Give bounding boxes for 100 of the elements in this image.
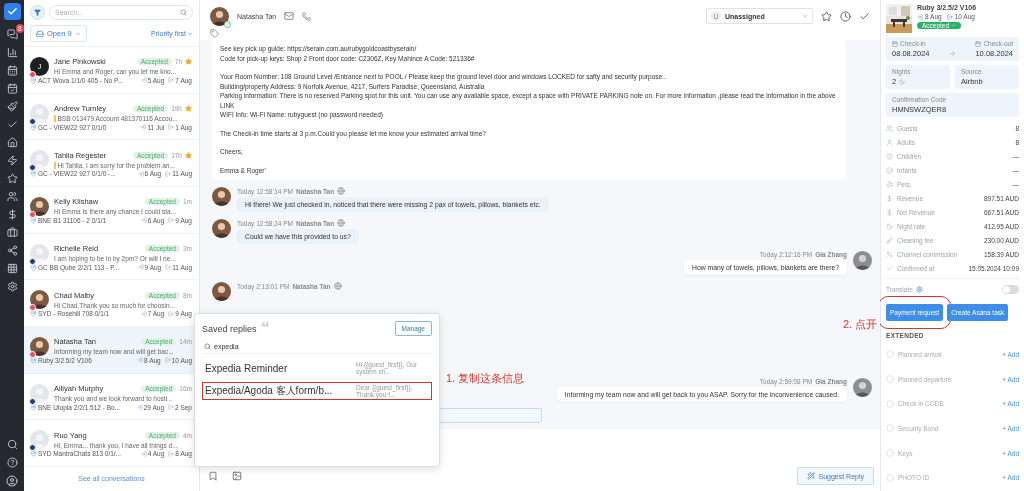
sign-out-icon [165, 170, 172, 177]
baby-icon [886, 152, 893, 160]
users-icon[interactable] [6, 191, 18, 202]
annotation-label: 1. 复制这条信息 [446, 371, 525, 386]
pin-icon [30, 450, 37, 458]
filter-icon [34, 9, 41, 16]
check-badge-icon [224, 20, 231, 28]
sign-out-icon [168, 404, 174, 411]
calendar-check-icon[interactable] [6, 83, 18, 94]
star-icon[interactable] [185, 58, 192, 66]
sign-in-icon [137, 170, 144, 177]
user-icon[interactable] [6, 475, 18, 487]
help-icon[interactable] [6, 457, 18, 468]
avatar [30, 383, 49, 403]
lightning-icon[interactable] [6, 155, 18, 166]
caret-icon [802, 13, 808, 19]
translate-toggle[interactable] [1002, 285, 1019, 294]
sign-out-icon [168, 450, 175, 457]
sign-in-icon [917, 13, 923, 20]
sign-out-icon [168, 124, 175, 130]
globe-icon [333, 282, 342, 290]
share-icon[interactable] [6, 245, 18, 256]
user-icon [886, 138, 893, 146]
pin-icon [30, 76, 37, 84]
avatar [30, 243, 49, 263]
search-icon[interactable] [6, 439, 18, 450]
avatar [212, 282, 231, 301]
sign-out-icon [946, 13, 953, 20]
search-icon [180, 9, 187, 16]
avatar [210, 6, 229, 26]
calendar-icon [975, 40, 982, 47]
caret-icon [187, 30, 193, 37]
star-icon[interactable] [185, 151, 192, 159]
avatar [30, 150, 49, 170]
pin-icon [30, 403, 37, 411]
annotation-label: 2. 点开 [843, 317, 878, 332]
grid-icon[interactable] [6, 263, 18, 274]
brush-icon[interactable] [6, 101, 18, 112]
phone-icon[interactable] [302, 11, 312, 21]
reply-title: Expedia/Agoda 客人form/b... [205, 384, 334, 398]
circle-icon [886, 350, 894, 359]
sign-in-icon [140, 124, 147, 130]
wand-icon [807, 472, 816, 480]
sign-in-icon [137, 357, 144, 364]
check-icon[interactable] [6, 119, 18, 130]
caret-icon [74, 30, 81, 37]
star-icon[interactable] [185, 105, 192, 112]
circle-icon [886, 399, 894, 408]
search-icon [204, 343, 211, 350]
reply-title: Expedia Reminder [205, 362, 289, 374]
sign-in-icon [136, 404, 143, 411]
sign-out-icon [164, 357, 171, 364]
settings-icon[interactable] [6, 281, 18, 292]
pin-icon [30, 263, 37, 271]
filter-button[interactable] [30, 5, 45, 20]
app-logo[interactable] [3, 3, 21, 20]
clock-icon[interactable] [840, 10, 851, 22]
bookmark-icon[interactable] [208, 471, 218, 481]
circle-icon [886, 473, 894, 482]
star-icon[interactable] [821, 10, 832, 22]
percent-icon [886, 250, 893, 258]
image-icon[interactable] [232, 471, 242, 481]
pin-icon [30, 356, 37, 364]
sign-in-icon [140, 217, 147, 224]
pin-icon [30, 216, 37, 224]
mail-icon[interactable] [284, 11, 295, 21]
circle-icon [886, 424, 894, 433]
avatar [212, 187, 231, 206]
sign-in-icon [140, 77, 147, 84]
avatar [30, 290, 49, 310]
avatar [853, 378, 872, 397]
inbox-icon [36, 29, 44, 38]
sign-in-icon [137, 264, 144, 270]
house-icon[interactable] [6, 137, 18, 148]
brush-icon [886, 236, 893, 244]
check-icon [886, 264, 893, 272]
calendar-icon[interactable] [6, 65, 18, 76]
sign-out-icon [168, 77, 175, 84]
paw-icon [886, 180, 893, 188]
calendar-icon [892, 40, 898, 47]
avatar [212, 219, 231, 238]
users-icon [886, 124, 893, 132]
avatar [30, 336, 49, 356]
avatar [853, 251, 872, 270]
avatar [30, 103, 49, 123]
pin-icon [30, 123, 37, 131]
moon-icon [886, 222, 893, 230]
sign-out-icon [168, 310, 175, 317]
dollar-icon[interactable] [6, 209, 18, 220]
circle-icon [886, 449, 894, 457]
moon-icon [899, 78, 906, 85]
bar-chart-icon[interactable] [6, 47, 18, 58]
popup-title: Saved replies [202, 323, 257, 334]
sign-in-icon [140, 450, 147, 457]
check-icon[interactable] [859, 10, 870, 22]
arrow-icon [949, 50, 956, 57]
briefcase-icon[interactable] [6, 227, 18, 238]
caret-icon [951, 23, 957, 28]
chats-icon[interactable] [6, 29, 18, 40]
sign-out-icon [168, 217, 175, 224]
